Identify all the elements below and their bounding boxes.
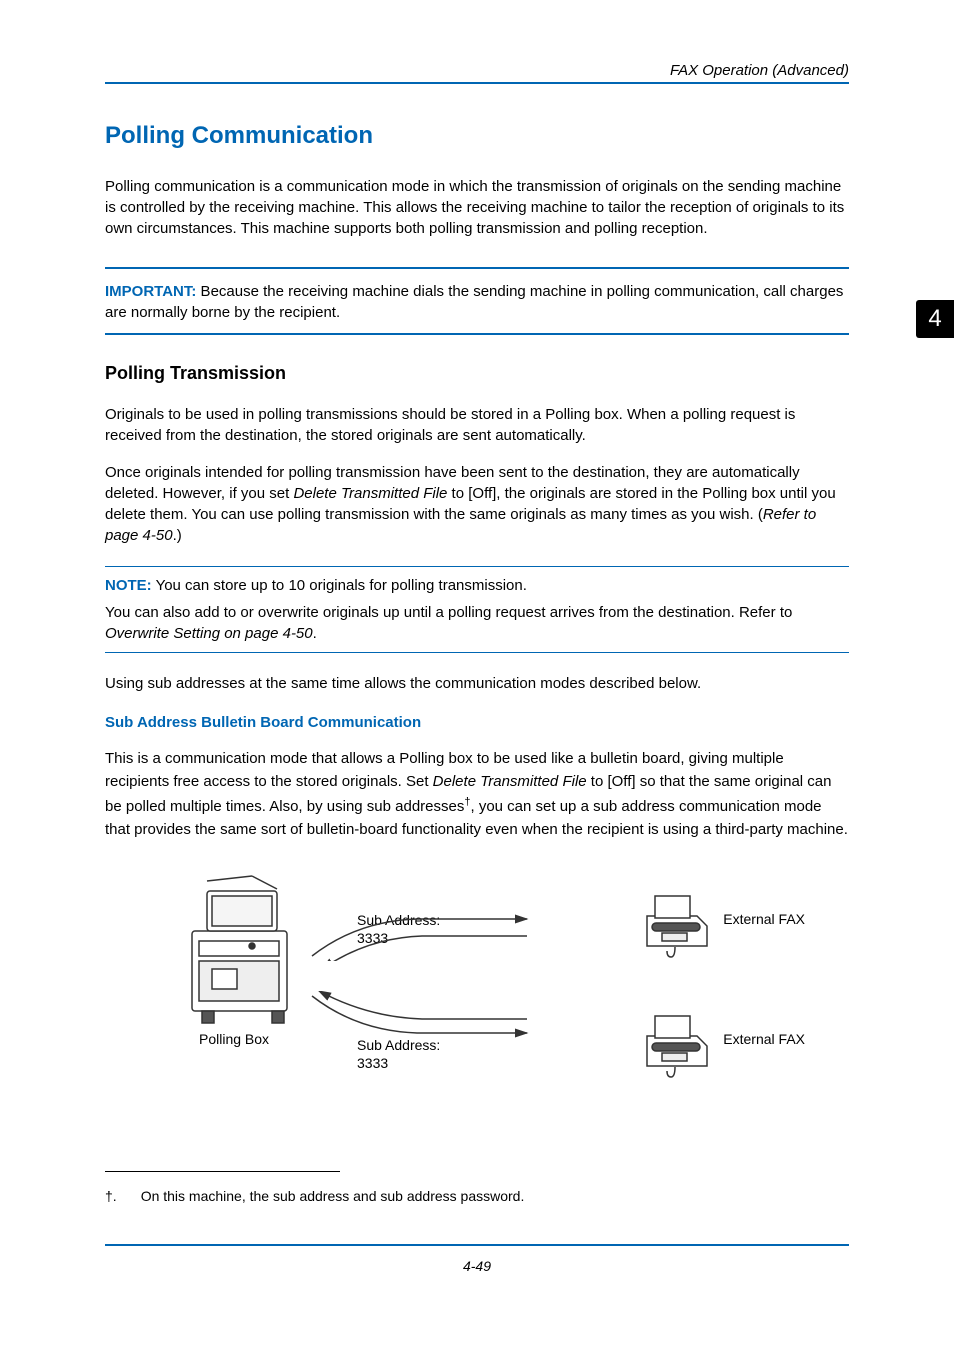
external-fax-label-1: External FAX [723, 911, 805, 927]
footnote-text: On this machine, the sub address and sub… [141, 1188, 525, 1204]
header-section: FAX Operation (Advanced) [105, 62, 849, 84]
polling-box-label: Polling Box [199, 1031, 269, 1047]
bb-b: Delete Transmitted File [433, 773, 587, 790]
header-title: FAX Operation (Advanced) [105, 62, 849, 79]
using-para: Using sub addresses at the same time all… [105, 673, 849, 694]
important-text: Because the receiving machine dials the … [105, 283, 843, 321]
note-line1: You can store up to 10 originals for pol… [152, 577, 527, 594]
footnote-marker: †. [105, 1188, 117, 1204]
external-fax-icon-2 [637, 1011, 717, 1086]
pt-para2-e: .) [173, 527, 182, 544]
footnote: †. On this machine, the sub address and … [105, 1188, 849, 1204]
footer-rule [105, 1244, 849, 1246]
heading-sub-address-bulletin: Sub Address Bulletin Board Communication [105, 714, 849, 731]
page-number: 4-49 [105, 1258, 849, 1274]
diagram: Polling Box Sub Address:3333 Sub Address… [167, 871, 787, 1111]
heading-polling-transmission: Polling Transmission [105, 363, 849, 384]
pt-para1: Originals to be used in polling transmis… [105, 404, 849, 446]
chapter-tab: 4 [916, 300, 954, 338]
important-label: IMPORTANT: [105, 283, 196, 300]
arrow-out-1 [307, 911, 537, 966]
note-line2b: Overwrite Setting on page 4-50 [105, 625, 313, 642]
external-fax-label-2: External FAX [723, 1031, 805, 1047]
footnote-rule [105, 1171, 340, 1172]
mfp-printer-icon [177, 871, 307, 1036]
note-box: NOTE: You can store up to 10 originals f… [105, 566, 849, 653]
important-notice: IMPORTANT: Because the receiving machine… [105, 267, 849, 335]
note-line2a: You can also add to or overwrite origina… [105, 604, 792, 621]
bulletin-para: This is a communication mode that allows… [105, 747, 849, 841]
arrow-out-2 [307, 991, 537, 1056]
pt-para2-b: Delete Transmitted File [293, 485, 447, 502]
intro-paragraph: Polling communication is a communication… [105, 176, 849, 239]
external-fax-icon-1 [637, 891, 717, 966]
note-label: NOTE: [105, 577, 152, 594]
heading-polling-communication: Polling Communication [105, 122, 849, 150]
note-line2c: . [313, 625, 317, 642]
pt-para2: Once originals intended for polling tran… [105, 462, 849, 546]
